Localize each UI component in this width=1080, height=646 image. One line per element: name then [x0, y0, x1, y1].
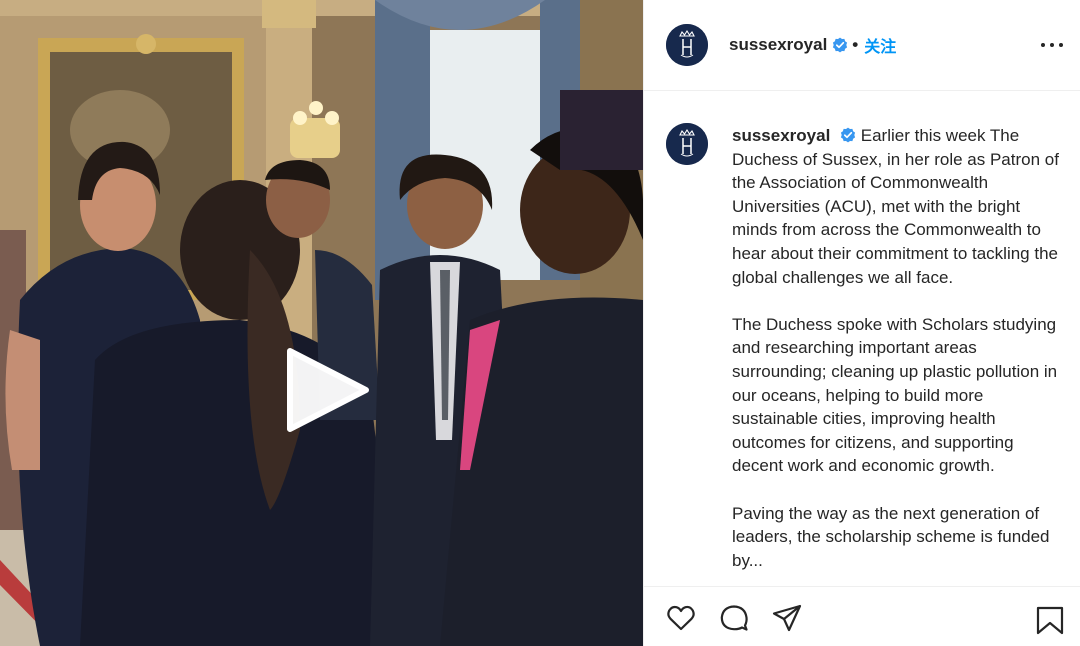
post-sidebar: sussexroyal • 关注 sussexroyal Earlier thi…	[643, 0, 1080, 646]
follow-button[interactable]: 关注	[864, 33, 896, 57]
more-options-button[interactable]	[1041, 35, 1063, 55]
instagram-post: sussexroyal • 关注 sussexroyal Earlier thi…	[0, 0, 1080, 646]
crowned-monogram-icon	[666, 24, 708, 66]
video-frame	[0, 0, 643, 646]
caption-avatar[interactable]	[666, 123, 708, 165]
action-bar	[644, 586, 1080, 646]
caption-scroll-area[interactable]: sussexroyal Earlier this week The Duches…	[644, 92, 1080, 586]
more-horizontal-icon	[1041, 43, 1045, 47]
play-icon	[287, 348, 369, 432]
comment-button[interactable]	[719, 603, 749, 633]
like-button[interactable]	[666, 603, 696, 633]
caption-paragraph-2: The Duchess spoke with Scholars studying…	[732, 314, 1058, 476]
verified-badge-icon	[840, 127, 856, 143]
share-icon	[772, 604, 802, 632]
caption-paragraph-1: Earlier this week The Duchess of Sussex,…	[732, 126, 1059, 287]
caption-paragraph-3: Paving the way as the next generation of…	[732, 503, 1050, 570]
avatar[interactable]	[666, 24, 708, 66]
save-button[interactable]	[1035, 605, 1065, 635]
crowned-monogram-icon	[666, 123, 708, 165]
post-video[interactable]	[0, 0, 643, 646]
play-button[interactable]	[282, 345, 372, 435]
heart-icon	[667, 605, 695, 631]
username-link[interactable]: sussexroyal	[729, 35, 827, 55]
comment-icon	[720, 605, 748, 631]
post-header: sussexroyal • 关注	[644, 0, 1080, 91]
caption-text: sussexroyal Earlier this week The Duches…	[732, 124, 1067, 586]
bookmark-icon	[1036, 606, 1064, 635]
share-button[interactable]	[772, 603, 802, 633]
caption-paragraph: sussexroyal Earlier this week The Duches…	[732, 124, 1067, 289]
caption-username-link[interactable]: sussexroyal	[732, 126, 830, 145]
verified-badge-icon	[833, 37, 848, 53]
separator-dot: •	[852, 35, 859, 54]
